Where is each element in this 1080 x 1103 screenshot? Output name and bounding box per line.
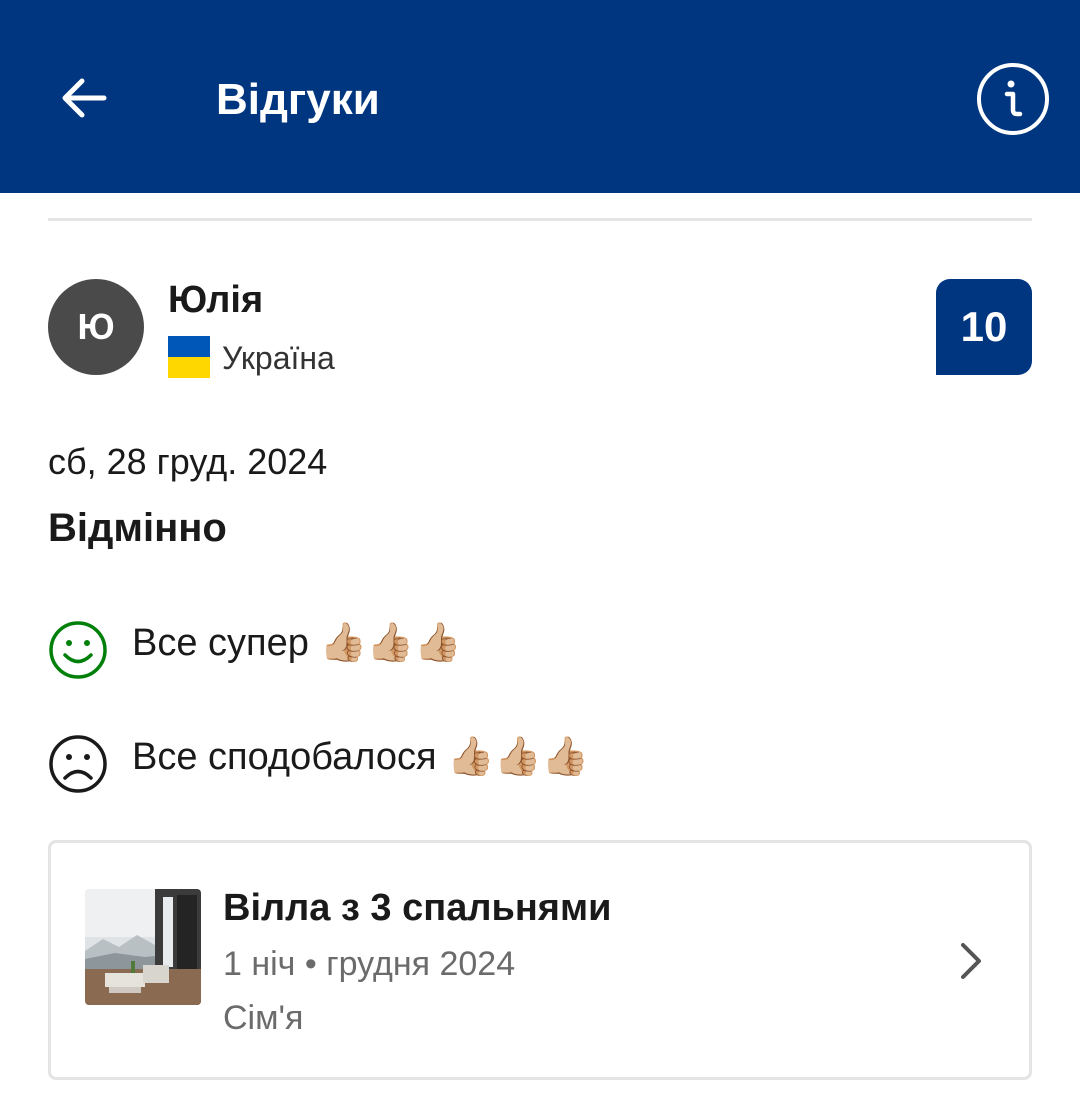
chevron-right-icon bbox=[961, 943, 981, 979]
avatar: Ю bbox=[48, 279, 144, 375]
room-card[interactable]: Вілла з 3 спальнями 1 ніч • грудня 2024 … bbox=[48, 840, 1032, 1080]
reviewer-name: Юлія bbox=[168, 279, 264, 321]
review-cons-text: Все сподобалося 👍🏼👍🏼👍🏼 bbox=[132, 736, 590, 778]
reviewer-country: Україна bbox=[222, 340, 335, 376]
back-button[interactable] bbox=[52, 66, 116, 130]
review-date: сб, 28 груд. 2024 bbox=[48, 441, 328, 482]
ukraine-flag-icon bbox=[168, 336, 210, 378]
top-divider bbox=[48, 218, 1032, 221]
traveler-type: Сім'я bbox=[223, 999, 304, 1037]
score-badge: 10 bbox=[936, 279, 1032, 375]
info-circle-icon bbox=[977, 63, 1049, 135]
room-name: Вілла з 3 спальнями bbox=[223, 887, 612, 929]
review-pros-text: Все супер 👍🏼👍🏼👍🏼 bbox=[132, 622, 462, 664]
stay-details: 1 ніч • грудня 2024 bbox=[223, 945, 516, 983]
info-button[interactable] bbox=[976, 62, 1050, 136]
review-headline: Відмінно bbox=[48, 506, 227, 550]
app-bar: Відгуки bbox=[0, 0, 1080, 193]
room-thumbnail bbox=[85, 889, 201, 1005]
smiley-happy-icon bbox=[49, 621, 107, 679]
arrow-left-icon bbox=[62, 78, 107, 118]
page-title: Відгуки bbox=[216, 75, 380, 124]
smiley-sad-icon bbox=[49, 735, 107, 793]
